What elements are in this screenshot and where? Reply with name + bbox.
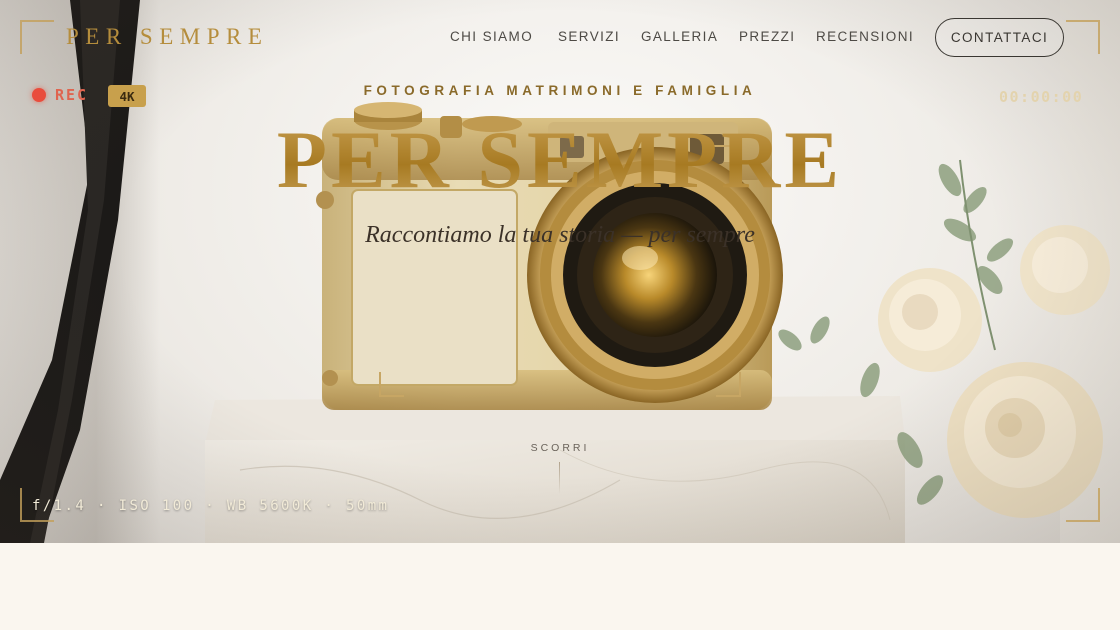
scroll-indicator[interactable]: SCORRI <box>0 442 1120 454</box>
below-fold-section <box>0 543 1120 630</box>
frame-corner-top-right <box>1066 20 1100 54</box>
hero-eyebrow: FOTOGRAFIA MATRIMONI E FAMIGLIA <box>363 83 757 98</box>
nav-item-servizi[interactable]: SERVIZI <box>558 29 620 44</box>
scroll-line <box>559 462 560 494</box>
frame-corner-bottom-right <box>1066 488 1100 522</box>
contact-button[interactable]: CONTATTACI <box>935 18 1064 57</box>
nav-item-recensioni[interactable]: RECENSIONI <box>816 29 914 44</box>
hero-tagline: Raccontiamo la tua storia — per sempre <box>365 222 755 248</box>
nav-item-prezzi[interactable]: PREZZI <box>739 29 795 44</box>
brand-logo[interactable]: PER SEMPRE <box>66 24 268 50</box>
nav-item-galleria[interactable]: GALLERIA <box>641 29 718 44</box>
frame-corner-top-left <box>20 20 54 54</box>
nav-item-chi-siamo[interactable]: CHI SIAMO <box>450 29 533 44</box>
camera-settings: f/1.4 · ISO 100 · WB 5600K · 50mm <box>32 498 390 514</box>
vignette <box>0 0 1120 543</box>
hero-title: PER SEMPRE <box>0 114 1120 206</box>
hero-section <box>0 0 1120 543</box>
